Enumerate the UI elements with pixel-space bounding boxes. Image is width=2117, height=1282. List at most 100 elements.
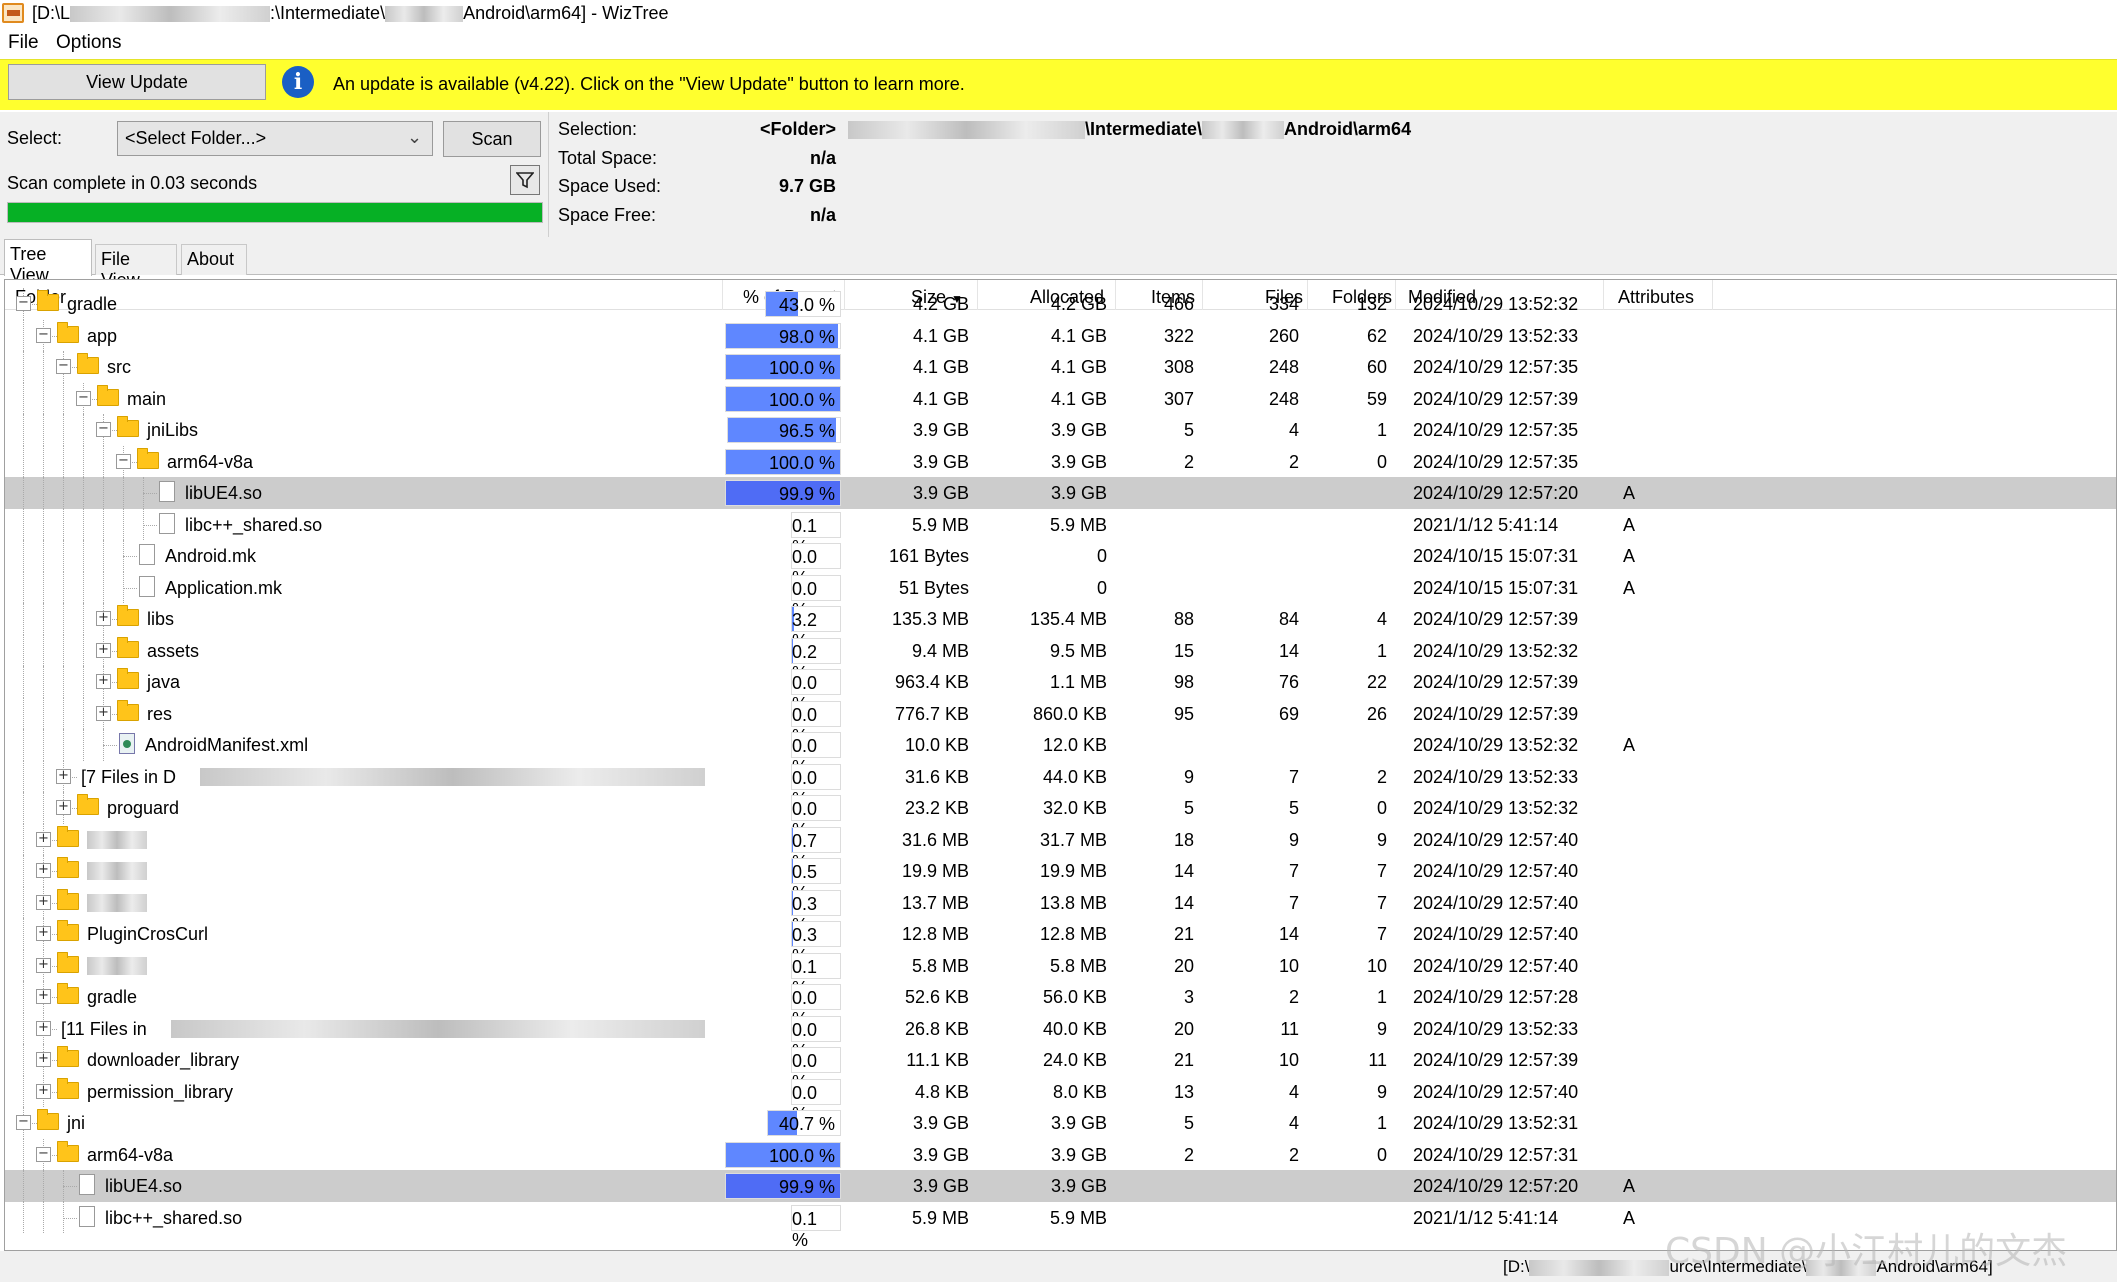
folder-select-dropdown[interactable]: <Select Folder...> ⌄: [117, 121, 433, 156]
allocated-cell: 5.9 MB: [1049, 514, 1107, 535]
tab-tree-view[interactable]: Tree View: [4, 239, 92, 285]
modified-cell: 2024/10/29 12:57:20: [1413, 483, 1579, 503]
tree-file-row[interactable]: libUE4.so 99.9 % 3.9 GB 3.9 GB 2024/10/29 12…: [5, 477, 2116, 509]
tree-folder-row[interactable]: +res0.0 %776.7 KB860.0 KB9569262024/10/2…: [5, 697, 2116, 746]
percent-text: 99.9 %: [778, 1177, 835, 1197]
tree-folder-row[interactable]: − jni 40.7 % 3.9 GB 3.9 GB 5 4 1 2024/10/29 13:5…: [5, 1107, 2116, 1139]
tree-line: [43, 508, 44, 540]
expand-icon[interactable]: +: [36, 831, 51, 847]
modified-cell: 2021/1/12 5:41:14: [1413, 1207, 1559, 1228]
folders-cell: 7: [1376, 861, 1387, 881]
scan-progress-fill: [8, 203, 542, 222]
tree-file-row[interactable]: Application.mk0.0 %51 Bytes02024/10/15 1…: [5, 571, 2116, 620]
collapse-icon[interactable]: −: [16, 296, 31, 311]
percent-text: 99.9 %: [778, 484, 835, 504]
tree-folder-row[interactable]: +0.1 %5.8 MB5.8 MB2010102024/10/29 12:57…: [5, 949, 2116, 998]
folders-cell: 4: [1376, 609, 1387, 629]
expand-icon[interactable]: +: [96, 705, 111, 721]
filter-button[interactable]: [510, 165, 540, 195]
folder-icon: [57, 1077, 79, 1099]
percent-of-parent-bar: 100.0 %: [725, 1141, 841, 1168]
expand-icon[interactable]: +: [36, 926, 51, 941]
tree-line: [43, 792, 44, 824]
tree-line: [83, 477, 84, 509]
folders-cell: 10: [1366, 955, 1387, 976]
tree-line: [123, 556, 137, 557]
size-cell: 31.6 MB: [901, 829, 969, 850]
expand-icon[interactable]: +: [36, 1052, 51, 1067]
menu-options[interactable]: Options: [56, 32, 121, 54]
tree-file-row[interactable]: AndroidManifest.xml0.0 %10.0 KB12.0 KB20…: [5, 729, 2116, 777]
tree-file-row[interactable]: libc++_shared.so0.1 %5.9 MB5.9 MB2021/1/…: [5, 508, 2116, 557]
tree-folder-row[interactable]: − arm64-v8a 100.0 % 3.9 GB 3.9 GB 2 2 0 2024/10/…: [5, 1138, 2116, 1170]
tree-line: [83, 603, 84, 635]
modified-cell: 2024/10/29 13:52:33: [1413, 1018, 1579, 1039]
tree-folder-row[interactable]: +0.3 %13.7 MB13.8 MB14772024/10/29 12:57…: [5, 886, 2116, 935]
watermark-text: CSDN @小江村儿的文杰: [1665, 1231, 2068, 1272]
tree-folder-row[interactable]: − main 100.0 % 4.1 GB 4.1 GB 307 248 59 2024/10/…: [5, 382, 2116, 414]
tree-line: [63, 508, 64, 540]
folders-cell: 9: [1376, 1018, 1387, 1039]
collapse-icon[interactable]: −: [36, 1146, 51, 1162]
collapse-icon[interactable]: −: [16, 1115, 31, 1130]
expand-icon[interactable]: +: [36, 1020, 51, 1036]
expand-icon[interactable]: +: [96, 674, 111, 689]
tree-folder-row[interactable]: − arm64-v8a 100.0 % 3.9 GB 3.9 GB 2 2 0 2024/10/…: [5, 445, 2116, 477]
expand-icon[interactable]: +: [56, 800, 71, 815]
menu-file[interactable]: File: [8, 32, 39, 54]
collapse-icon[interactable]: −: [76, 390, 91, 406]
view-update-button[interactable]: View Update: [8, 64, 266, 100]
folders-cell: 11: [1368, 1050, 1387, 1070]
collapse-icon[interactable]: −: [96, 422, 111, 437]
folders-cell: 7: [1376, 892, 1387, 913]
scan-button[interactable]: Scan: [443, 121, 541, 157]
tree-folder-row[interactable]: +permission_library0.0 %4.8 KB8.0 KB1349…: [5, 1075, 2116, 1124]
folder-icon: [37, 1109, 59, 1130]
collapse-icon[interactable]: −: [36, 327, 51, 343]
collapse-icon[interactable]: −: [56, 359, 71, 374]
title-bar: [D:\L:\Intermediate\ Android\arm64] - Wiz…: [0, 0, 2117, 29]
tree-folder-row[interactable]: +libs3.2 %135.3 MB135.4 MB888442024/10/2…: [5, 603, 2116, 651]
selection-value: <Folder>: [759, 119, 836, 139]
tree-line: [43, 634, 44, 666]
attributes-cell: A: [1623, 483, 1636, 503]
tree-folder-row[interactable]: − src 100.0 % 4.1 GB 4.1 GB 308 248 60 2024/10/2…: [5, 351, 2116, 383]
tree-folder-row[interactable]: +0.5 %19.9 MB19.9 MB14772024/10/29 12:57…: [5, 855, 2116, 903]
tree-folder-row[interactable]: +downloader_library0.0 %11.1 KB24.0 KB21…: [5, 1044, 2116, 1092]
expand-icon[interactable]: +: [36, 989, 51, 1004]
allocated-cell: 3.9 GB: [1050, 1176, 1107, 1196]
allocated-cell: 0: [1096, 546, 1107, 566]
expand-icon[interactable]: +: [56, 768, 71, 784]
tree-folder-row[interactable]: − jniLibs 96.5 % 3.9 GB 3.9 GB 5 4 1 2024/10/29 …: [5, 414, 2116, 446]
tree-folder-row[interactable]: − app 98.0 % 4.1 GB 4.1 GB 322 260 62 2024/10/29…: [5, 319, 2116, 351]
file-icon: [139, 544, 155, 565]
expand-icon[interactable]: +: [36, 863, 51, 878]
expand-icon[interactable]: +: [36, 894, 51, 910]
item-name: libs: [147, 609, 175, 629]
tree-file-row[interactable]: libUE4.so 99.9 % 3.9 GB 3.9 GB 2024/10/29 12…: [5, 1170, 2116, 1202]
expand-icon[interactable]: +: [36, 957, 51, 973]
tree-line: [43, 351, 44, 383]
file-icon: [159, 512, 175, 534]
tree-file-row[interactable]: Android.mk0.0 %161 Bytes02024/10/15 15:0…: [5, 540, 2116, 588]
scan-status-text: Scan complete in 0.03 seconds: [7, 173, 258, 193]
tree-folder-row[interactable]: +java0.0 %963.4 KB1.1 MB9876222024/10/29…: [5, 666, 2116, 714]
tab-about[interactable]: About: [181, 244, 247, 275]
tree-file-row[interactable]: +[11 Files in0.0 %26.8 KB40.0 KB20119202…: [5, 1012, 2116, 1061]
expand-icon[interactable]: +: [36, 1083, 51, 1099]
expand-icon[interactable]: +: [96, 611, 111, 626]
tree-folder-row[interactable]: +PluginCrosCurl0.3 %12.8 MB12.8 MB211472…: [5, 918, 2116, 966]
tree-folder-row[interactable]: +gradle0.0 %52.6 KB56.0 KB3212024/10/29 …: [5, 981, 2116, 1029]
modified-cell: 2024/10/29 12:57:31: [1413, 1144, 1579, 1165]
tab-file-view[interactable]: File View: [95, 244, 177, 290]
tree-folder-row[interactable]: − gradle 43.0 % 4.2 GB 4.2 GB 466 334 132 2024/1…: [5, 288, 2116, 320]
tree-file-row[interactable]: +[7 Files in D0.0 %31.6 KB44.0 KB9722024…: [5, 760, 2116, 809]
expand-icon[interactable]: +: [96, 642, 111, 658]
tree-folder-row[interactable]: +0.7 %31.6 MB31.7 MB18992024/10/29 12:57…: [5, 823, 2116, 872]
item-name: gradle: [67, 294, 118, 314]
tree-folder-row[interactable]: +proguard0.0 %23.2 KB32.0 KB5502024/10/2…: [5, 792, 2116, 840]
tree-folder-row[interactable]: +assets0.2 %9.4 MB9.5 MB151412024/10/29 …: [5, 634, 2116, 683]
modified-cell: 2024/10/29 13:52:33: [1413, 325, 1579, 346]
tree-line: [63, 1217, 77, 1219]
collapse-icon[interactable]: −: [116, 453, 131, 469]
